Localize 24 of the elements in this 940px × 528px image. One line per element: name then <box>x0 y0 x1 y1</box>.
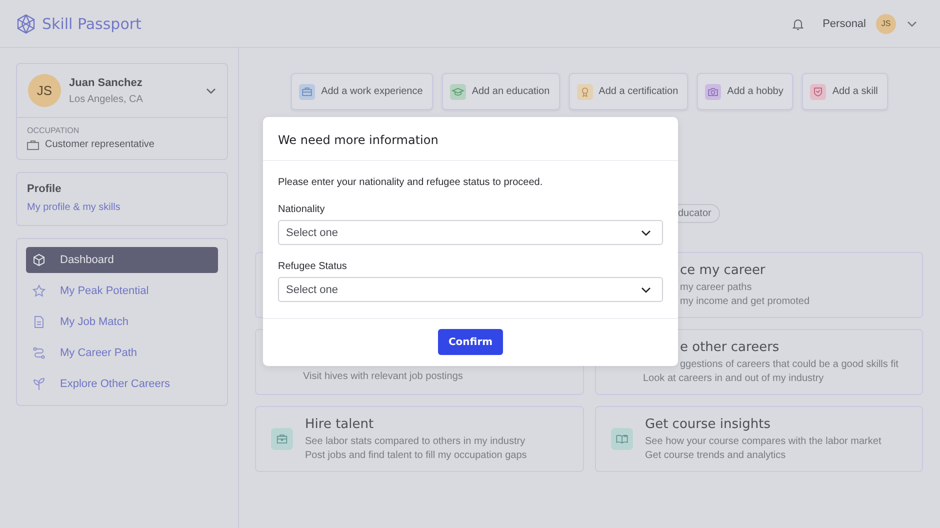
card-description: ggestions of careers that could be a good skills fit <box>680 359 898 370</box>
card-title: Hire talent <box>305 417 375 432</box>
card-title: Get course insights <box>645 417 772 432</box>
card-description: my career paths <box>680 282 753 293</box>
field-label: Refugee Status <box>278 261 348 272</box>
dialog-title: We need more information <box>263 117 678 161</box>
section-title: Profile <box>27 183 62 195</box>
card-description: Visit hives with relevant job postings <box>303 370 463 382</box>
card-description: Get course trends and analytics <box>645 450 787 461</box>
user-name: Juan Sanchez <box>69 76 144 88</box>
field-label: Nationality <box>278 204 326 215</box>
card-description: See labor stats compared to others in my industry <box>305 436 526 447</box>
dialog-message: Please enter your nationality and refugee status to proceed. <box>278 177 544 188</box>
card-description: Look at careers in and out of my industry <box>643 373 825 384</box>
card-description: my income and get promoted <box>680 296 810 307</box>
brand-name: Skill Passport <box>42 14 142 32</box>
occupation-value: Customer representative <box>45 139 154 150</box>
user-avatar: JS <box>28 74 61 107</box>
card-description: See how your course compares with the labor market <box>645 436 882 447</box>
occupation-label: OCCUPATION <box>27 126 80 135</box>
user-location: Los Angeles, CA <box>69 94 144 104</box>
card-title: e other careers <box>680 340 780 355</box>
card-description: Post jobs and find talent to fill my occupation gaps <box>305 450 527 461</box>
card-title: ce my career <box>680 263 766 278</box>
